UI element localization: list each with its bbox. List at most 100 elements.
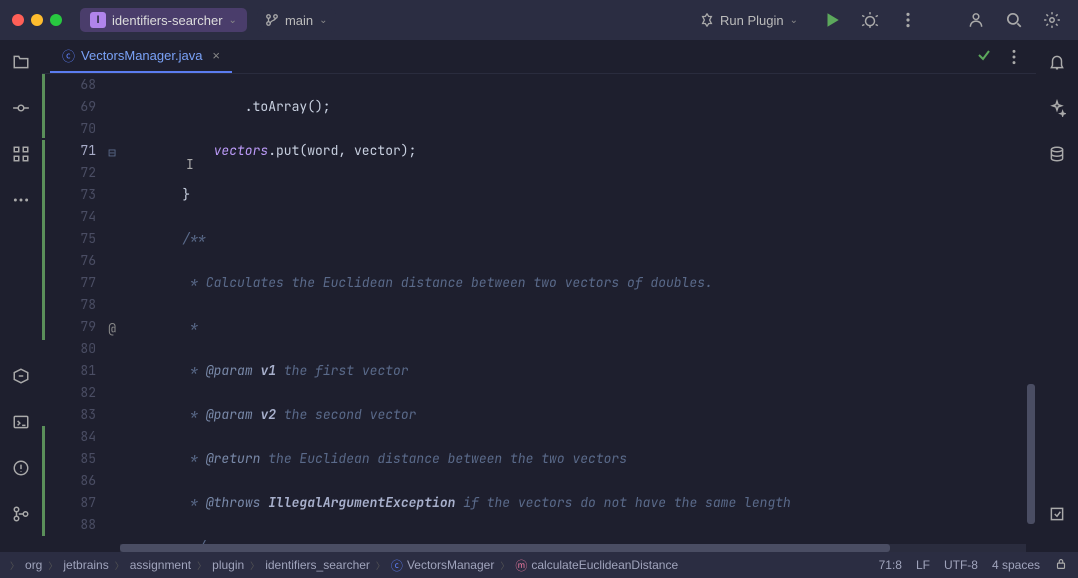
- breadcrumb-item[interactable]: assignment: [130, 558, 191, 572]
- code-line: * @param v1 the first vector: [120, 360, 1036, 382]
- caret-position[interactable]: 71:8: [879, 558, 902, 572]
- minimize-window-icon[interactable]: [31, 14, 43, 26]
- code-content[interactable]: .toArray(); vectors.put(word, vector); }…: [120, 74, 1036, 552]
- fold-icon[interactable]: ⊟: [108, 142, 116, 164]
- commit-tool-button[interactable]: [7, 94, 35, 122]
- code-line: * Calculates the Euclidean distance betw…: [120, 272, 1036, 294]
- line-number: 72: [42, 162, 96, 184]
- line-number: 82: [42, 382, 96, 404]
- problems-tool-button[interactable]: [7, 454, 35, 482]
- window-controls: [12, 14, 62, 26]
- vcs-branch-selector[interactable]: main ⌄: [257, 9, 336, 32]
- code-line: /**: [120, 228, 1036, 250]
- code-line: }: [120, 184, 1036, 206]
- debug-button[interactable]: [856, 6, 884, 34]
- code-line: * @param v2 the second vector: [120, 404, 1036, 426]
- breadcrumb-item[interactable]: identifiers_searcher: [265, 558, 370, 572]
- horizontal-scrollbar[interactable]: [120, 544, 1026, 552]
- close-window-icon[interactable]: [12, 14, 24, 26]
- coverage-tool-button[interactable]: [1043, 500, 1071, 528]
- project-selector[interactable]: I identifiers-searcher ⌄: [80, 8, 247, 32]
- line-number: 73: [42, 184, 96, 206]
- terminal-tool-button[interactable]: [7, 408, 35, 436]
- code-line: .toArray();: [120, 96, 1036, 118]
- branch-icon: [265, 13, 279, 27]
- chevron-right-icon: 〉: [48, 559, 57, 572]
- inspection-ok-icon[interactable]: [976, 47, 992, 66]
- line-separator[interactable]: LF: [916, 558, 930, 572]
- search-button[interactable]: [1000, 6, 1028, 34]
- chevron-down-icon: ⌄: [319, 15, 327, 26]
- line-number: 83: [42, 404, 96, 426]
- class-icon: ⓒ: [391, 557, 403, 574]
- line-number: 71⊟: [42, 140, 96, 162]
- readonly-lock-icon[interactable]: [1054, 557, 1068, 574]
- chevron-down-icon: ⌄: [229, 15, 237, 26]
- breadcrumb-item[interactable]: ⓜ calculateEuclideanDistance: [515, 557, 678, 574]
- tab-filename: VectorsManager.java: [81, 48, 202, 63]
- line-number: 81: [42, 360, 96, 382]
- line-number: 88: [42, 514, 96, 536]
- scrollbar-thumb[interactable]: [1027, 384, 1035, 524]
- vertical-scrollbar[interactable]: [1026, 74, 1036, 552]
- project-icon: I: [90, 12, 106, 28]
- code-line: * @throws IllegalArgumentException if th…: [120, 492, 1036, 514]
- code-line: *: [120, 316, 1036, 338]
- statusbar: 〉 org 〉 jetbrains 〉 assignment 〉 plugin …: [0, 552, 1078, 578]
- editor-tab-active[interactable]: ⓒ VectorsManager.java ×: [50, 40, 232, 73]
- chevron-right-icon: 〉: [250, 559, 259, 572]
- line-number: 70 💡: [42, 118, 96, 140]
- chevron-right-icon: 〉: [500, 559, 509, 572]
- more-actions-button[interactable]: [894, 6, 922, 34]
- editor-body[interactable]: 68 69 70 💡 71⊟ 72 73 74 75 76 77 78 79@ …: [42, 74, 1036, 552]
- line-number: 77: [42, 272, 96, 294]
- line-number: 76: [42, 250, 96, 272]
- override-icon[interactable]: @: [108, 318, 116, 340]
- line-number: 80: [42, 338, 96, 360]
- chevron-right-icon: 〉: [197, 559, 206, 572]
- run-config-selector[interactable]: Run Plugin ⌄: [690, 9, 808, 32]
- ai-assistant-button[interactable]: [1043, 94, 1071, 122]
- vcs-tool-button[interactable]: [7, 500, 35, 528]
- left-toolbar: [0, 40, 42, 552]
- breadcrumb-item[interactable]: org: [25, 558, 42, 572]
- titlebar: I identifiers-searcher ⌄ main ⌄ Run Plug…: [0, 0, 1078, 40]
- java-class-icon: ⓒ: [62, 46, 75, 65]
- scrollbar-thumb[interactable]: [120, 544, 890, 552]
- file-encoding[interactable]: UTF-8: [944, 558, 978, 572]
- run-button[interactable]: [818, 6, 846, 34]
- plugin-icon: [700, 13, 714, 27]
- line-gutter: 68 69 70 💡 71⊟ 72 73 74 75 76 77 78 79@ …: [42, 74, 120, 552]
- chevron-right-icon: 〉: [376, 559, 385, 572]
- code-line: * @return the Euclidean distance between…: [120, 448, 1036, 470]
- chevron-down-icon: ⌄: [790, 15, 798, 26]
- chevron-right-icon: 〉: [10, 559, 19, 572]
- structure-tool-button[interactable]: [7, 140, 35, 168]
- close-tab-icon[interactable]: ×: [212, 48, 220, 63]
- project-tool-button[interactable]: [7, 48, 35, 76]
- main-area: ⓒ VectorsManager.java × 68 69: [0, 40, 1078, 552]
- tab-options-button[interactable]: [1000, 43, 1028, 71]
- line-number: 87: [42, 492, 96, 514]
- services-tool-button[interactable]: [7, 362, 35, 390]
- maximize-window-icon[interactable]: [50, 14, 62, 26]
- code-with-me-button[interactable]: [962, 6, 990, 34]
- notifications-button[interactable]: [1043, 48, 1071, 76]
- editor-tabs: ⓒ VectorsManager.java ×: [42, 40, 1036, 74]
- more-tools-button[interactable]: [7, 186, 35, 214]
- project-name: identifiers-searcher: [112, 13, 223, 28]
- breadcrumb-item[interactable]: ⓒ VectorsManager: [391, 557, 494, 574]
- code-line: vectors.put(word, vector);: [120, 140, 1036, 162]
- database-tool-button[interactable]: [1043, 140, 1071, 168]
- line-number: 75: [42, 228, 96, 250]
- line-number: 86: [42, 470, 96, 492]
- indent-setting[interactable]: 4 spaces: [992, 558, 1040, 572]
- line-number: 74: [42, 206, 96, 228]
- breadcrumb-item[interactable]: plugin: [212, 558, 244, 572]
- chevron-right-icon: 〉: [115, 559, 124, 572]
- editor-area: ⓒ VectorsManager.java × 68 69: [42, 40, 1036, 552]
- line-number: 69: [42, 96, 96, 118]
- text-cursor-icon: I: [186, 154, 194, 176]
- breadcrumb-item[interactable]: jetbrains: [63, 558, 108, 572]
- settings-button[interactable]: [1038, 6, 1066, 34]
